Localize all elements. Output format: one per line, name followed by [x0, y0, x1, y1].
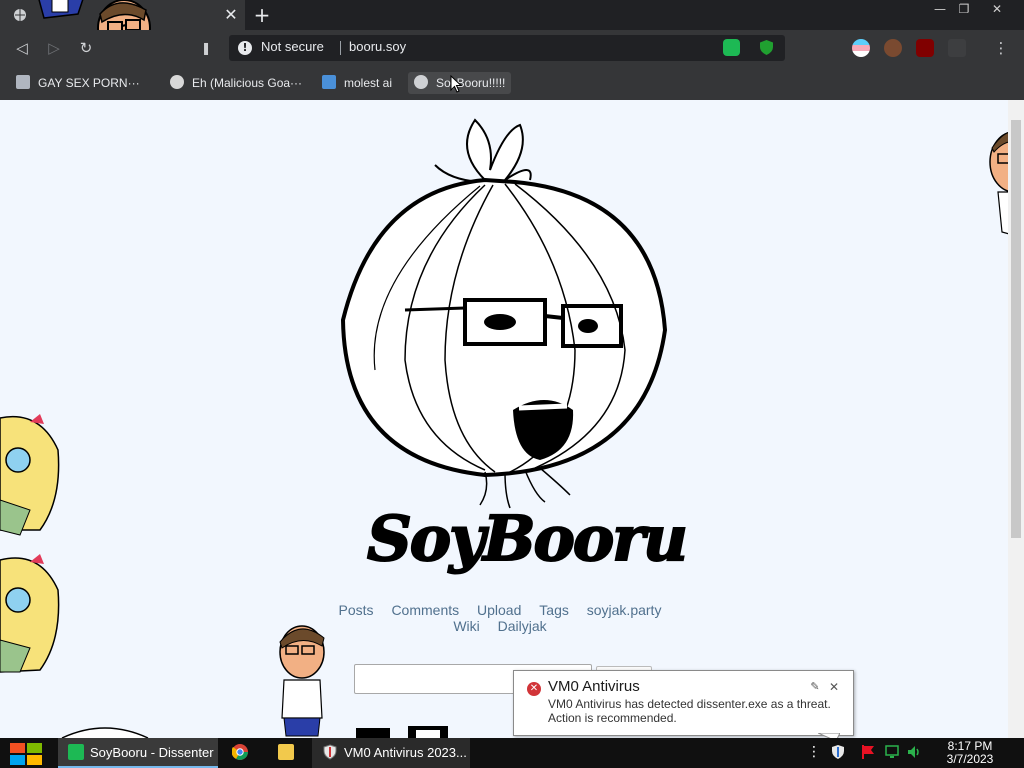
- scrollbar-thumb[interactable]: [1011, 120, 1021, 538]
- omnibox-divider: [340, 41, 341, 55]
- taskbar-item-dissenter[interactable]: SoyBooru - Dissenter: [58, 738, 218, 768]
- green-chat-extension-icon[interactable]: [723, 39, 740, 56]
- dissenter-icon: [68, 744, 84, 760]
- clock-date: 3/7/2023: [946, 752, 994, 766]
- address-bar[interactable]: ! Not secure booru.soy: [229, 35, 785, 61]
- nav-link-comments[interactable]: Comments: [391, 602, 459, 618]
- antivirus-notification[interactable]: ✕ VM0 Antivirus VM0 Antivirus has detect…: [513, 670, 854, 736]
- cartoon-girl-sticker: [0, 414, 60, 673]
- url-text[interactable]: booru.soy: [349, 39, 406, 54]
- restore-button[interactable]: ❐: [953, 0, 975, 18]
- new-tab-button[interactable]: +: [252, 4, 272, 26]
- window-close-button[interactable]: ✕: [986, 0, 1008, 18]
- page-content: SoyBooru Posts Comments Upload Tags soyj…: [0, 100, 1024, 738]
- bookmark-icon[interactable]: ❚: [195, 37, 217, 59]
- info-warning-icon[interactable]: !: [238, 41, 252, 55]
- pin-icon[interactable]: ✎: [808, 680, 822, 694]
- tab-soybooru[interactable]: ✕: [0, 0, 245, 57]
- globe-icon: [14, 9, 26, 21]
- bookmark-item[interactable]: Eh (Malicious Goa···: [170, 72, 302, 94]
- windows-start-icon[interactable]: [10, 743, 42, 765]
- bookmarks-bar: GAY SEX PORN··· Eh (Malicious Goa··· mol…: [0, 66, 1024, 100]
- taskbar: SoyBooru - Dissenter VM0 Antivirus 2023.…: [0, 738, 1024, 768]
- nav-link-upload[interactable]: Upload: [477, 602, 521, 618]
- site-logo-text: SoyBooru: [366, 501, 689, 576]
- browser-toolbar: ◁ ▷ ↻ ❚ ! Not secure booru.soy ⋮: [0, 30, 1024, 66]
- tab-strip: ✕ + — ❐ ✕: [0, 0, 1024, 57]
- shield-icon: [323, 744, 337, 760]
- taskbar-item-chrome[interactable]: [222, 738, 266, 768]
- ublock-extension-icon[interactable]: [916, 39, 934, 57]
- reload-button[interactable]: ↻: [75, 37, 97, 59]
- mouse-cursor-icon: [450, 75, 462, 93]
- system-clock[interactable]: 8:17 PM 3/7/2023: [930, 740, 1010, 766]
- security-status[interactable]: Not secure: [261, 39, 324, 54]
- bottom-partial-graphic: [356, 726, 448, 738]
- forward-button[interactable]: ▷: [43, 37, 65, 59]
- shield-extension-icon[interactable]: [758, 39, 775, 56]
- globe-icon: [170, 75, 184, 89]
- taskbar-item-explorer[interactable]: [268, 738, 312, 768]
- back-button[interactable]: ◁: [11, 37, 33, 59]
- notification-message: VM0 Antivirus has detected dissenter.exe…: [548, 697, 831, 725]
- page-scrollbar[interactable]: [1008, 100, 1024, 738]
- main-nav: Posts Comments Upload Tags soyjak.party …: [320, 602, 680, 634]
- bottom-partial-graphic: [61, 727, 149, 738]
- bookmark-favicon-icon: [16, 75, 30, 89]
- nav-link-dailyjak[interactable]: Dailyjak: [498, 618, 547, 634]
- nav-link-posts[interactable]: Posts: [339, 602, 374, 618]
- menu-button[interactable]: ⋮: [990, 37, 1012, 59]
- tray-shield-icon[interactable]: [830, 744, 846, 760]
- notification-close-button[interactable]: ✕: [826, 679, 842, 695]
- bookmark-favicon-icon: [322, 75, 336, 89]
- nav-link-tags[interactable]: Tags: [539, 602, 569, 618]
- notification-title: VM0 Antivirus: [548, 678, 640, 695]
- soyjak-onion-logo: [340, 118, 668, 509]
- flag-extension-icon[interactable]: [852, 39, 870, 57]
- nav-link-soyjak-party[interactable]: soyjak.party: [587, 602, 662, 618]
- minimize-button[interactable]: —: [929, 0, 951, 18]
- avatar-extension-icon[interactable]: [884, 39, 902, 57]
- soy-favicon-icon: [414, 75, 428, 89]
- bookmark-item[interactable]: GAY SEX PORN···: [16, 72, 140, 94]
- tab-close-button[interactable]: ✕: [222, 6, 240, 24]
- chrome-icon: [232, 744, 248, 760]
- disabled-extension-icon[interactable]: [948, 39, 966, 57]
- cartoon-man-sticker: [279, 625, 325, 737]
- nav-link-wiki[interactable]: Wiki: [453, 618, 479, 634]
- folder-icon: [278, 744, 294, 760]
- network-icon[interactable]: [884, 744, 900, 760]
- flag-alert-icon[interactable]: [860, 744, 876, 760]
- taskbar-item-vm0-antivirus[interactable]: VM0 Antivirus 2023...: [312, 738, 470, 768]
- bookmark-item[interactable]: molest ai: [322, 72, 392, 94]
- volume-icon[interactable]: [906, 744, 922, 760]
- tray-overflow-icon[interactable]: ⋮: [806, 744, 822, 760]
- error-icon: ✕: [527, 682, 541, 696]
